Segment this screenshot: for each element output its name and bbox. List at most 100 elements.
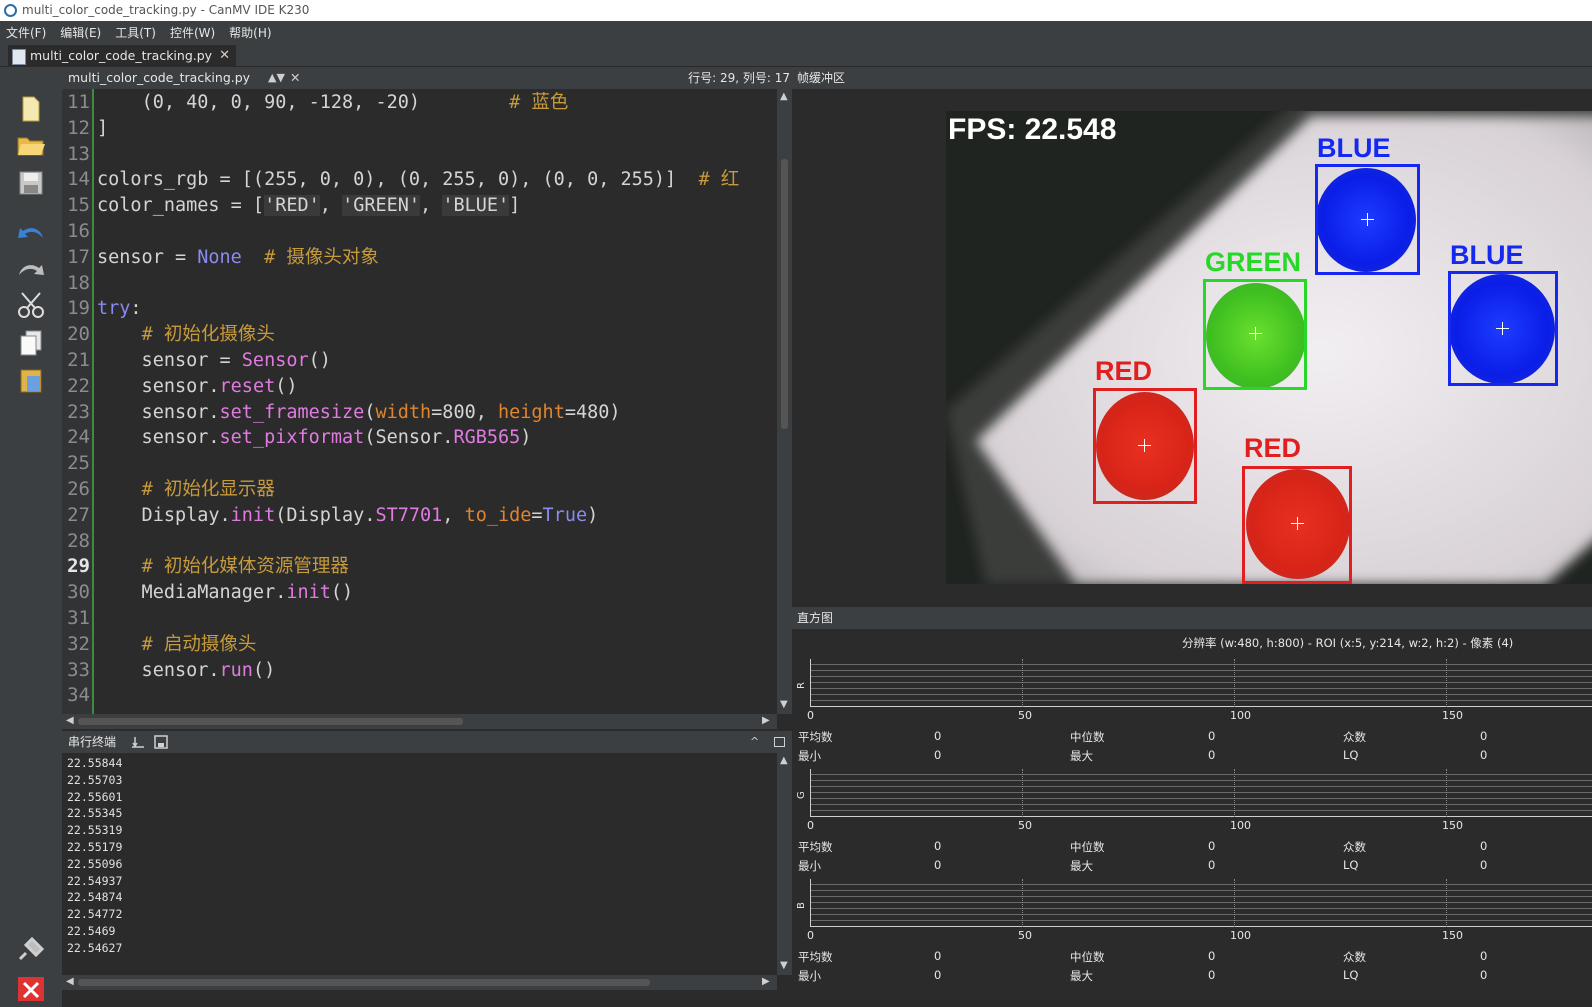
code-line[interactable]: 24 sensor.set_pixformat(Sensor.RGB565) [62, 424, 778, 450]
stat-mode-label: 众数 [1343, 730, 1366, 744]
code-line[interactable]: 19 try: [62, 295, 778, 321]
stat-min-label: 最小 [798, 969, 821, 983]
scroll-left-icon[interactable]: ◀ [66, 976, 74, 987]
terminal-line: 22.55703 [67, 772, 123, 787]
scroll-down-icon[interactable]: ▼ [780, 960, 788, 971]
axis-tick: 100 [1230, 819, 1251, 832]
line-number: 13 [67, 142, 90, 165]
camera-frame[interactable]: FPS: 22.548 BLUE GREEN BLUE RED RED [946, 111, 1592, 584]
save-terminal-icon[interactable] [154, 735, 168, 749]
scroll-up-icon[interactable]: ▲ [780, 755, 788, 766]
code-line[interactable]: 31 [62, 605, 778, 631]
code-line[interactable]: 11 (0, 40, 0, 90, -128, -20) # 蓝色 [62, 89, 778, 115]
connect-icon[interactable] [14, 933, 48, 965]
code-line[interactable]: 15 color_names = ['RED', 'GREEN', 'BLUE'] [62, 192, 778, 218]
code-text: sensor.run() [97, 659, 276, 681]
code-text: sensor = Sensor() [97, 350, 331, 371]
line-number: 11 [67, 91, 90, 113]
code-line[interactable]: 29 # 初始化媒体资源管理器 [62, 553, 778, 579]
centroid-marker [1138, 439, 1151, 452]
code-line[interactable]: 30 MediaManager.init() [62, 579, 778, 605]
menu-file[interactable]: 文件(F) [6, 24, 46, 41]
terminal-header: 串行终端 ^ [62, 731, 792, 753]
undo-icon[interactable] [14, 215, 48, 247]
code-line[interactable]: 18 [62, 270, 778, 296]
menu-tools[interactable]: 工具(T) [115, 24, 156, 41]
cut-icon[interactable] [14, 289, 48, 321]
collapse-icon[interactable]: ^ [750, 731, 759, 753]
save-icon[interactable] [14, 167, 48, 199]
centroid-marker [1249, 327, 1262, 340]
close-tab-icon[interactable]: ✕ [219, 45, 230, 67]
menu-edit[interactable]: 编辑(E) [60, 24, 101, 41]
code-line[interactable]: 26 # 初始化显示器 [62, 476, 778, 502]
new-file-icon[interactable] [14, 93, 48, 125]
scroll-thumb[interactable] [78, 979, 650, 986]
code-line[interactable]: 21 sensor = Sensor() [62, 347, 778, 373]
clear-terminal-icon[interactable] [130, 735, 146, 749]
menu-help[interactable]: 帮助(H) [229, 24, 271, 41]
histogram-title: 直方图 [797, 611, 834, 625]
terminal-line: 22.55345 [67, 806, 123, 821]
scroll-up-icon[interactable]: ▲ [780, 91, 788, 102]
editor-filename[interactable]: multi_color_code_tracking.py [68, 67, 250, 89]
code-editor[interactable]: 11 (0, 40, 0, 90, -128, -20) # 蓝色 12] 13 14… [62, 89, 792, 714]
code-line[interactable]: 17 sensor = None # 摄像头对象 [62, 244, 778, 270]
scroll-thumb[interactable] [781, 159, 788, 429]
redo-icon[interactable] [14, 252, 48, 284]
scroll-left-icon[interactable]: ◀ [66, 715, 74, 726]
stat-mode: 0 [1480, 839, 1488, 853]
code-text: colors_rgb = [(255, 0, 0), (0, 255, 0), … [97, 169, 740, 191]
copy-icon[interactable] [14, 327, 48, 359]
stop-icon[interactable] [14, 971, 48, 1003]
code-text: color_names = ['RED', 'GREEN', 'BLUE'] [97, 195, 521, 217]
code-text: sensor.set_pixformat(Sensor.RGB565) [97, 427, 532, 449]
code-line[interactable]: 13 [62, 141, 778, 167]
stat-lq: 0 [1480, 748, 1488, 762]
code-line[interactable]: 20 # 初始化摄像头 [62, 321, 778, 347]
menu-widgets[interactable]: 控件(W) [170, 24, 215, 41]
editor-horizontal-scrollbar[interactable]: ◀ ▶ [62, 714, 777, 729]
code-line[interactable]: 23 sensor.set_framesize(width=800, heigh… [62, 399, 778, 425]
scroll-down-icon[interactable]: ▼ [780, 699, 788, 710]
grid-line [1446, 879, 1447, 927]
terminal-horizontal-scrollbar[interactable]: ◀ ▶ [62, 975, 777, 990]
terminal-output[interactable]: 22.55844 22.55703 22.55601 22.55345 22.55319… [62, 753, 777, 975]
terminal-vertical-scrollbar[interactable]: ▲ ▼ [777, 753, 792, 975]
code-line[interactable]: 16 [62, 218, 778, 244]
stat-max-label: 最大 [1070, 749, 1093, 763]
terminal-line: 22.55601 [67, 789, 123, 804]
scroll-thumb[interactable] [78, 718, 463, 725]
code-line[interactable]: 27 Display.init(Display.ST7701, to_ide=T… [62, 502, 778, 528]
framebuffer-panel: FPS: 22.548 BLUE GREEN BLUE RED RED [792, 89, 1592, 607]
close-editor-icon[interactable]: ✕ [290, 67, 300, 89]
float-panel-icon[interactable] [774, 737, 785, 747]
cursor-position: 行号: 29, 列号: 17 [688, 71, 790, 85]
code-line[interactable]: 32 # 启动摄像头 [62, 631, 778, 657]
grid-line [1234, 659, 1235, 707]
code-line[interactable]: 33 sensor.run() [62, 657, 778, 683]
scroll-right-icon[interactable]: ▶ [762, 715, 770, 726]
stat-max: 0 [1208, 748, 1216, 762]
stat-mean-label: 平均数 [798, 840, 833, 854]
code-line[interactable]: 25 [62, 450, 778, 476]
code-line[interactable]: 22 sensor.reset() [62, 373, 778, 399]
editor-vertical-scrollbar[interactable]: ▲ ▼ [777, 89, 792, 714]
open-folder-icon[interactable] [14, 129, 48, 161]
code-line[interactable]: 28 [62, 528, 778, 554]
grid-line [1022, 769, 1023, 817]
code-line[interactable]: 12] [62, 115, 778, 141]
histogram-plot-r [810, 659, 1592, 707]
file-switch-icon[interactable]: ▲▼ [268, 67, 285, 89]
stat-median-label: 中位数 [1070, 950, 1105, 964]
paste-icon[interactable] [14, 364, 48, 396]
label-red-1: RED [1095, 356, 1153, 386]
file-tab[interactable]: multi_color_code_tracking.py ✕ [8, 45, 237, 67]
axis-tick: 50 [1018, 929, 1032, 942]
code-line[interactable]: 14 colors_rgb = [(255, 0, 0), (0, 255, 0)… [62, 166, 778, 192]
ide-window: multi_color_code_tracking.py - CanMV IDE… [0, 0, 1592, 1007]
terminal-line: 22.54937 [67, 873, 123, 888]
code-line[interactable]: 34 [62, 682, 778, 708]
scroll-right-icon[interactable]: ▶ [762, 976, 770, 987]
line-number: 27 [67, 503, 90, 526]
